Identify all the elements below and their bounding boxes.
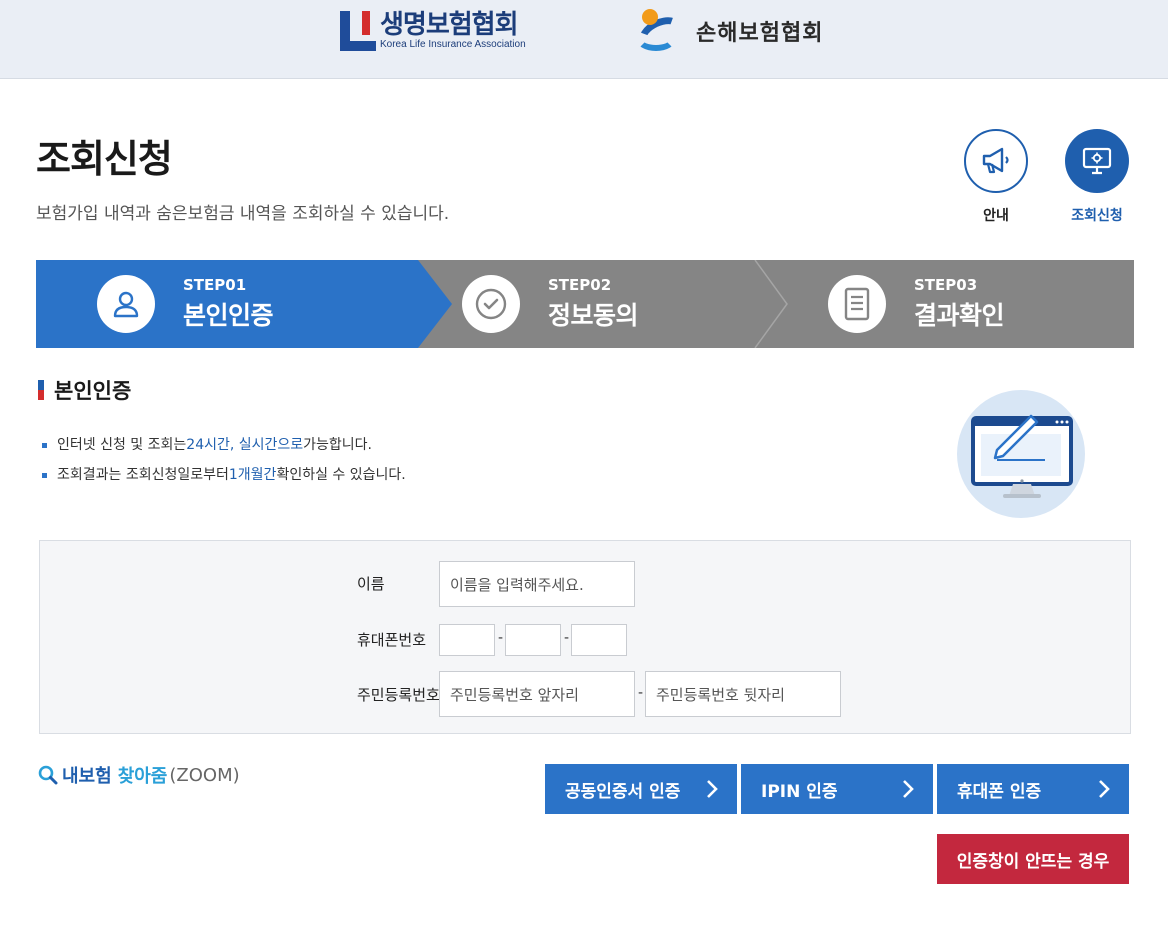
ipin-auth-label: IPIN 인증 [761,781,838,802]
knia-logo[interactable]: 손해보험협회 [633,8,824,58]
phone-separator: - [498,630,504,646]
ipin-auth-button[interactable]: IPIN 인증 [741,764,933,814]
query-request-label: 조회신청 [1071,208,1123,224]
klia-logo[interactable]: 생명보험협회 Korea Life Insurance Association [340,10,526,52]
step-3-number: STEP03 [914,276,978,294]
certificate-auth-label: 공동인증서 인증 [565,781,681,802]
computer-illustration [957,390,1085,518]
certificate-auth-button[interactable]: 공동인증서 인증 [545,764,737,814]
zoom-text-3: (ZOOM) [169,764,240,786]
phone-auth-label: 휴대폰 인증 [957,781,1042,802]
step-2: STEP02 정보동의 [462,260,639,348]
phone-label: 휴대폰번호 [357,631,427,649]
document-icon [844,287,870,321]
notice-highlight: 1개월간 [228,467,277,483]
notice-text: 확인하실 수 있습니다. [276,467,406,483]
monitor-gear-icon [1082,147,1112,175]
identity-form: 이름 이름을 입력해주세요. 휴대폰번호 - - 주민등록번호 주민등록번호 앞… [39,540,1131,734]
section-title: 본인인증 [54,379,132,403]
step-2-name: 정보동의 [548,301,639,330]
klia-logo-subtext: Korea Life Insurance Association [380,39,526,50]
site-header: 생명보험협회 Korea Life Insurance Association … [0,0,1168,79]
phone-input-1[interactable] [439,624,495,656]
zoom-text-2: 찾아줌 [117,766,168,787]
chevron-right-icon [707,780,718,798]
knia-logo-text: 손해보험협회 [696,21,824,46]
phone-separator: - [564,630,570,646]
phone-input-2[interactable] [505,624,561,656]
step-3-name: 결과확인 [914,301,1005,330]
section-marker [38,380,44,400]
notice-text: 가능합니다. [303,437,373,453]
notice-item: 조회결과는 조회신청일로부터 1개월간 확인하실 수 있습니다. [42,460,406,490]
phone-auth-button[interactable]: 휴대폰 인증 [937,764,1129,814]
notice-text: 인터넷 신청 및 조회는 [57,437,187,453]
name-input[interactable]: 이름을 입력해주세요. [439,561,635,607]
section-heading: 본인인증 [38,375,131,405]
check-circle-icon [475,288,507,320]
step-1-name: 본인인증 [183,301,274,330]
guide-button-label: 안내 [983,208,1009,224]
klia-logo-text: 생명보험협회 [380,10,519,40]
rrn-front-input[interactable]: 주민등록번호 앞자리 [439,671,635,717]
monitor-pen-icon [971,414,1073,498]
chevron-right-icon [903,780,914,798]
rrn-label: 주민등록번호 [357,686,440,704]
notice-item: 인터넷 신청 및 조회는 24시간, 실시간으로 가능합니다. [42,430,406,460]
page-title: 조회신청 [36,137,173,181]
klia-logo-mark [340,11,376,51]
user-icon [113,291,139,318]
step-separator [754,260,788,348]
knia-logo-mark [633,9,689,58]
phone-input-3[interactable] [571,624,627,656]
chevron-right-icon [1099,780,1110,798]
notice-highlight: 24시간, 실시간으로 [186,437,304,453]
rrn-back-input[interactable]: 주민등록번호 뒷자리 [645,671,841,717]
search-icon [38,765,58,785]
name-label: 이름 [357,575,385,593]
page-description: 보험가입 내역과 숨은보험금 내역을 조회하실 수 있습니다. [36,204,450,224]
step-progress-bar: STEP01 본인인증 STEP02 정보동의 STEP03 결과확인 [36,260,1134,348]
zoom-text-1: 내보험 [62,766,112,787]
zoom-link[interactable]: 내보험 찾아줌 (ZOOM) [38,762,240,788]
notice-list: 인터넷 신청 및 조회는 24시간, 실시간으로 가능합니다. 조회결과는 조회… [42,430,406,490]
step-1-number: STEP01 [183,276,247,294]
guide-button[interactable]: 안내 [964,129,1028,225]
step-1: STEP01 본인인증 [97,260,274,348]
step-2-number: STEP02 [548,276,612,294]
step-3: STEP03 결과확인 [828,260,1005,348]
auth-popup-help-button[interactable]: 인증창이 안뜨는 경우 [937,834,1129,884]
notice-text: 조회결과는 조회신청일로부터 [57,467,229,483]
megaphone-icon [982,147,1009,174]
rrn-separator: - [638,685,644,701]
query-request-button[interactable]: 조회신청 [1065,129,1129,225]
